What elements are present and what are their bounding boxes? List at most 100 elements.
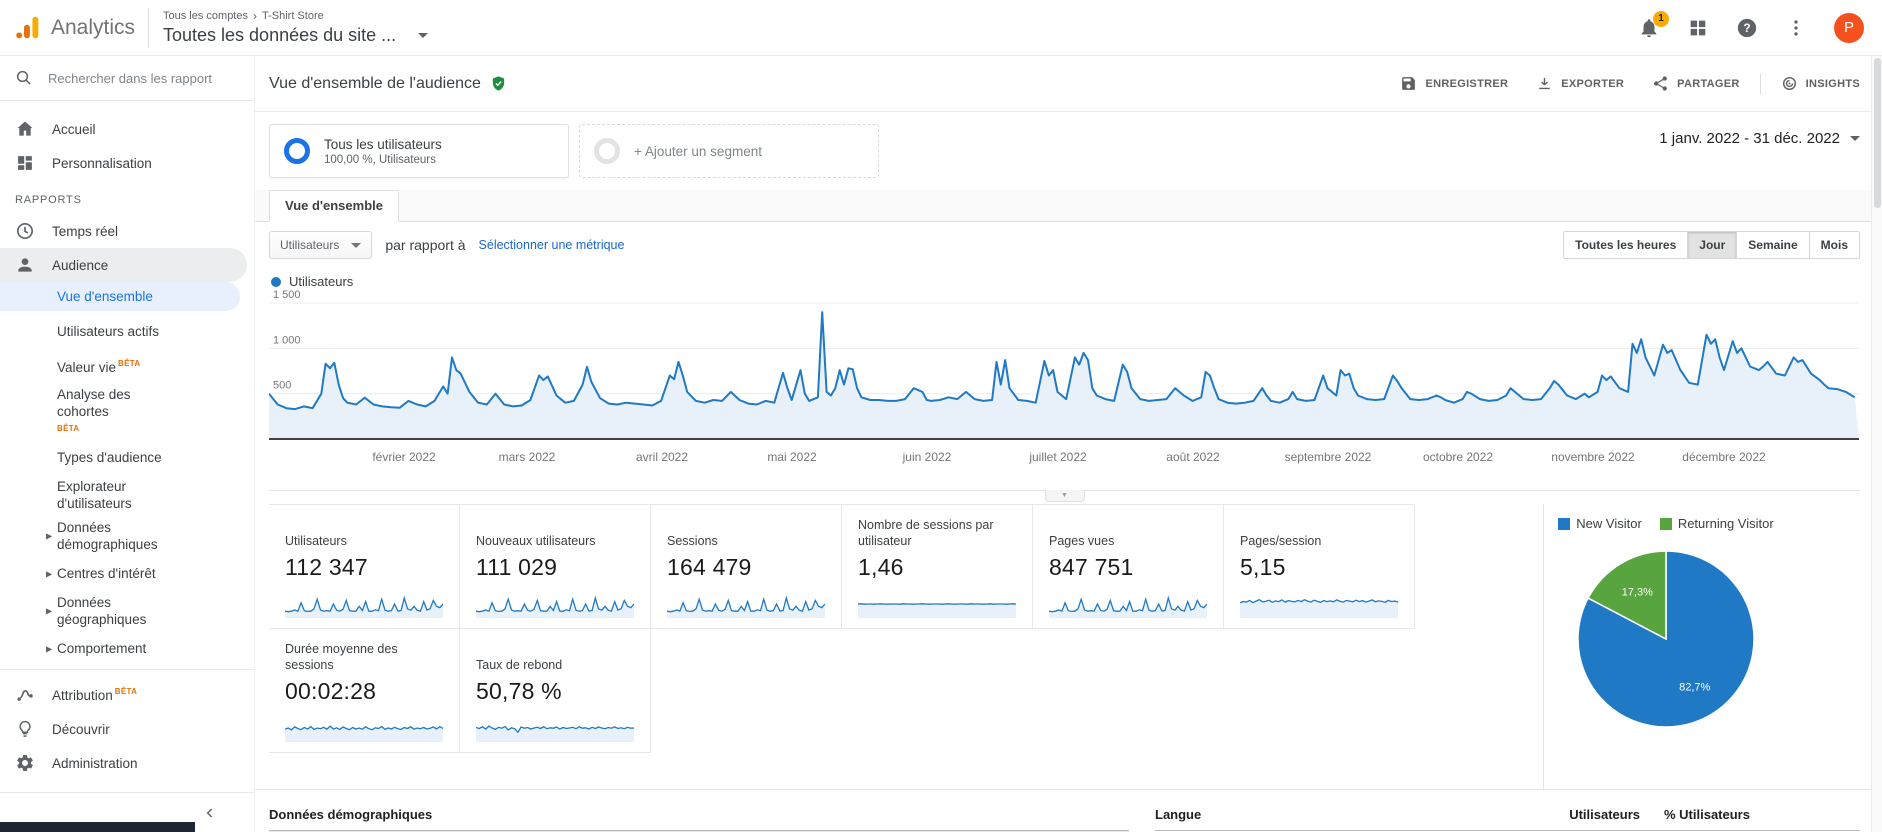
sidebar-item-active-users[interactable]: Utilisateurs actifs [0, 318, 185, 345]
scrollbar-thumb[interactable] [1874, 58, 1881, 208]
scrollbar[interactable] [1871, 56, 1882, 832]
avatar[interactable]: P [1834, 12, 1864, 43]
export-button[interactable]: EXPORTER [1536, 75, 1624, 92]
stat-sparkline [476, 595, 634, 618]
sidebar-item-label: Centres d'intérêt [57, 566, 156, 581]
app-header: Analytics Tous les comptes T-Shirt Store… [0, 0, 1882, 56]
granularity-toutes-les-heures[interactable]: Toutes les heures [1563, 231, 1689, 259]
breadcrumb-account[interactable]: T-Shirt Store [262, 10, 324, 22]
sidebar-nav: Accueil Personnalisation RAPPORTS Temps rée… [0, 102, 254, 792]
sidebar-item-cohort-analysis[interactable]: Analyse des cohortes BÊTA [0, 386, 185, 437]
sidebar-item-realtime[interactable]: Temps réel [0, 214, 254, 248]
search-icon [16, 70, 31, 85]
stat-card-value: 164 479 [667, 554, 752, 580]
sidebar-item-audience-types[interactable]: Types d'audience [0, 444, 185, 471]
analytics-logo-icon [16, 16, 39, 39]
segment-ring-gray-icon [594, 138, 620, 164]
sidebar-item-lifetime-value[interactable]: Valeur vie BÊTA [0, 352, 185, 379]
sidebar-item-audience[interactable]: Audience [0, 248, 247, 282]
sidebar-item-user-explorer[interactable]: Explorateur d'utilisateurs [0, 478, 185, 512]
stat-card-label: Nombre de sessions par utilisateur [858, 518, 994, 548]
sidebar-item-label: Utilisateurs actifs [57, 324, 160, 339]
select-metric-link[interactable]: Sélectionner une métrique [479, 238, 625, 252]
gear-icon [15, 753, 35, 773]
apps-grid-icon [1690, 20, 1706, 35]
insights-button[interactable]: INSIGHTS [1781, 75, 1860, 92]
stat-card[interactable]: Pages/session 5,15 [1224, 505, 1415, 629]
sidebar: Accueil Personnalisation RAPPORTS Temps rée… [0, 56, 255, 832]
add-segment-button[interactable]: + Ajouter un segment [579, 124, 879, 178]
chart-controls: Utilisateurs par rapport à Sélectionner … [255, 222, 1882, 268]
stat-card[interactable]: Taux de rebond 50,78 % [460, 629, 651, 753]
tab-overview[interactable]: Vue d'ensemble [269, 190, 399, 222]
expand-arrow-icon[interactable]: ▶ [46, 565, 52, 582]
share-button[interactable]: PARTAGER [1652, 75, 1740, 92]
stat-sparkline [285, 725, 443, 742]
col-header-users: Utilisateurs [1569, 807, 1640, 822]
granularity-mois[interactable]: Mois [1809, 231, 1860, 259]
add-segment-label: + Ajouter un segment [634, 143, 762, 159]
expand-arrow-icon[interactable]: ▶ [46, 603, 52, 620]
shield-check-icon [492, 76, 505, 91]
stat-card-label: Utilisateurs [285, 534, 347, 548]
search-input[interactable] [48, 70, 238, 86]
share-icon [1654, 76, 1668, 91]
beta-badge: BÊTA [114, 687, 138, 696]
chart-collapse-tab[interactable]: ▼ [1044, 490, 1085, 502]
sidebar-item-demographics[interactable]: ▶ Données démographiques [0, 519, 185, 553]
insights-button-label: INSIGHTS [1805, 77, 1860, 90]
save-button[interactable]: ENREGISTRER [1400, 75, 1508, 92]
sidebar-item-customization[interactable]: Personnalisation [0, 146, 254, 180]
help-button[interactable]: ? [1736, 17, 1758, 39]
sidebar-item-interests[interactable]: ▶ Centres d'intérêt [0, 560, 185, 587]
stat-card-label: Pages vues [1049, 534, 1115, 548]
expand-arrow-icon[interactable]: ▶ [46, 528, 52, 545]
chevron-right-icon [253, 9, 257, 23]
svg-text:mars 2022: mars 2022 [499, 450, 556, 464]
visitor-pie-chart[interactable]: 82,7% 17,3% [1566, 539, 1766, 739]
property-selector[interactable]: Toutes les données du site ... [163, 25, 429, 46]
granularity-jour[interactable]: Jour [1688, 231, 1738, 259]
sidebar-item-overview[interactable]: Vue d'ensemble [0, 282, 240, 311]
col-header-pct-users: % Utilisateurs [1664, 807, 1750, 822]
granularity-semaine[interactable]: Semaine [1737, 231, 1810, 259]
sidebar-item-admin[interactable]: Administration [0, 746, 254, 780]
stat-card[interactable]: Utilisateurs 112 347 [269, 505, 460, 629]
timeseries-chart[interactable]: 500 1 000 1 500 février 2022 mars 2022 avril … [268, 289, 1859, 481]
chevron-down-icon [1850, 136, 1860, 141]
report-titlebar: Vue d'ensemble de l'audience ENREGISTRER… [255, 56, 1882, 112]
stat-card[interactable]: Sessions 164 479 [651, 505, 842, 629]
sidebar-item-label: Audience [52, 257, 109, 273]
sidebar-item-attribution[interactable]: Attribution BÊTA [0, 678, 254, 712]
page-title: Vue d'ensemble de l'audience [269, 75, 507, 93]
sidebar-item-label: Découvrir [52, 721, 110, 737]
sidebar-item-geo[interactable]: ▶ Données géographiques [0, 594, 185, 628]
attribution-icon [17, 689, 33, 701]
analytics-logo[interactable]: Analytics [0, 14, 148, 41]
share-button-label: PARTAGER [1677, 77, 1740, 90]
sidebar-item-home[interactable]: Accueil [0, 112, 254, 146]
date-range-picker[interactable]: 1 janv. 2022 - 31 déc. 2022 [1659, 130, 1860, 147]
stat-card[interactable]: Pages vues 847 751 [1033, 505, 1224, 629]
apps-button[interactable] [1687, 17, 1709, 39]
stat-card[interactable]: Durée moyenne des sessions 00:02:28 [269, 629, 460, 753]
sidebar-item-discover[interactable]: Découvrir [0, 712, 254, 746]
sidebar-item-label: Attribution BÊTA [52, 687, 138, 703]
stat-card-label: Taux de rebond [476, 658, 563, 672]
stat-card[interactable]: Nouveaux utilisateurs 111 029 [460, 505, 651, 629]
kebab-menu-button[interactable] [1785, 17, 1807, 39]
sidebar-search [0, 56, 254, 101]
legend-swatch-icon [1659, 517, 1672, 530]
legend-label: Utilisateurs [289, 274, 354, 289]
lightbulb-icon [15, 719, 35, 739]
compare-label: par rapport à [385, 237, 466, 253]
metric-selector[interactable]: Utilisateurs [269, 231, 373, 259]
pie-slice-label: 17,3% [1622, 587, 1653, 599]
segment-card-all-users[interactable]: Tous les utilisateurs 100,00 %, Utilisat… [269, 124, 569, 178]
stat-card[interactable]: Nombre de sessions par utilisateur 1,46 [842, 505, 1033, 629]
attribution-icon [15, 685, 35, 705]
expand-arrow-icon[interactable]: ▶ [46, 640, 52, 657]
notifications-button[interactable]: 1 [1638, 10, 1669, 39]
breadcrumb-accounts[interactable]: Tous les comptes [163, 10, 248, 22]
sidebar-item-behavior[interactable]: ▶ Comportement [0, 635, 185, 662]
